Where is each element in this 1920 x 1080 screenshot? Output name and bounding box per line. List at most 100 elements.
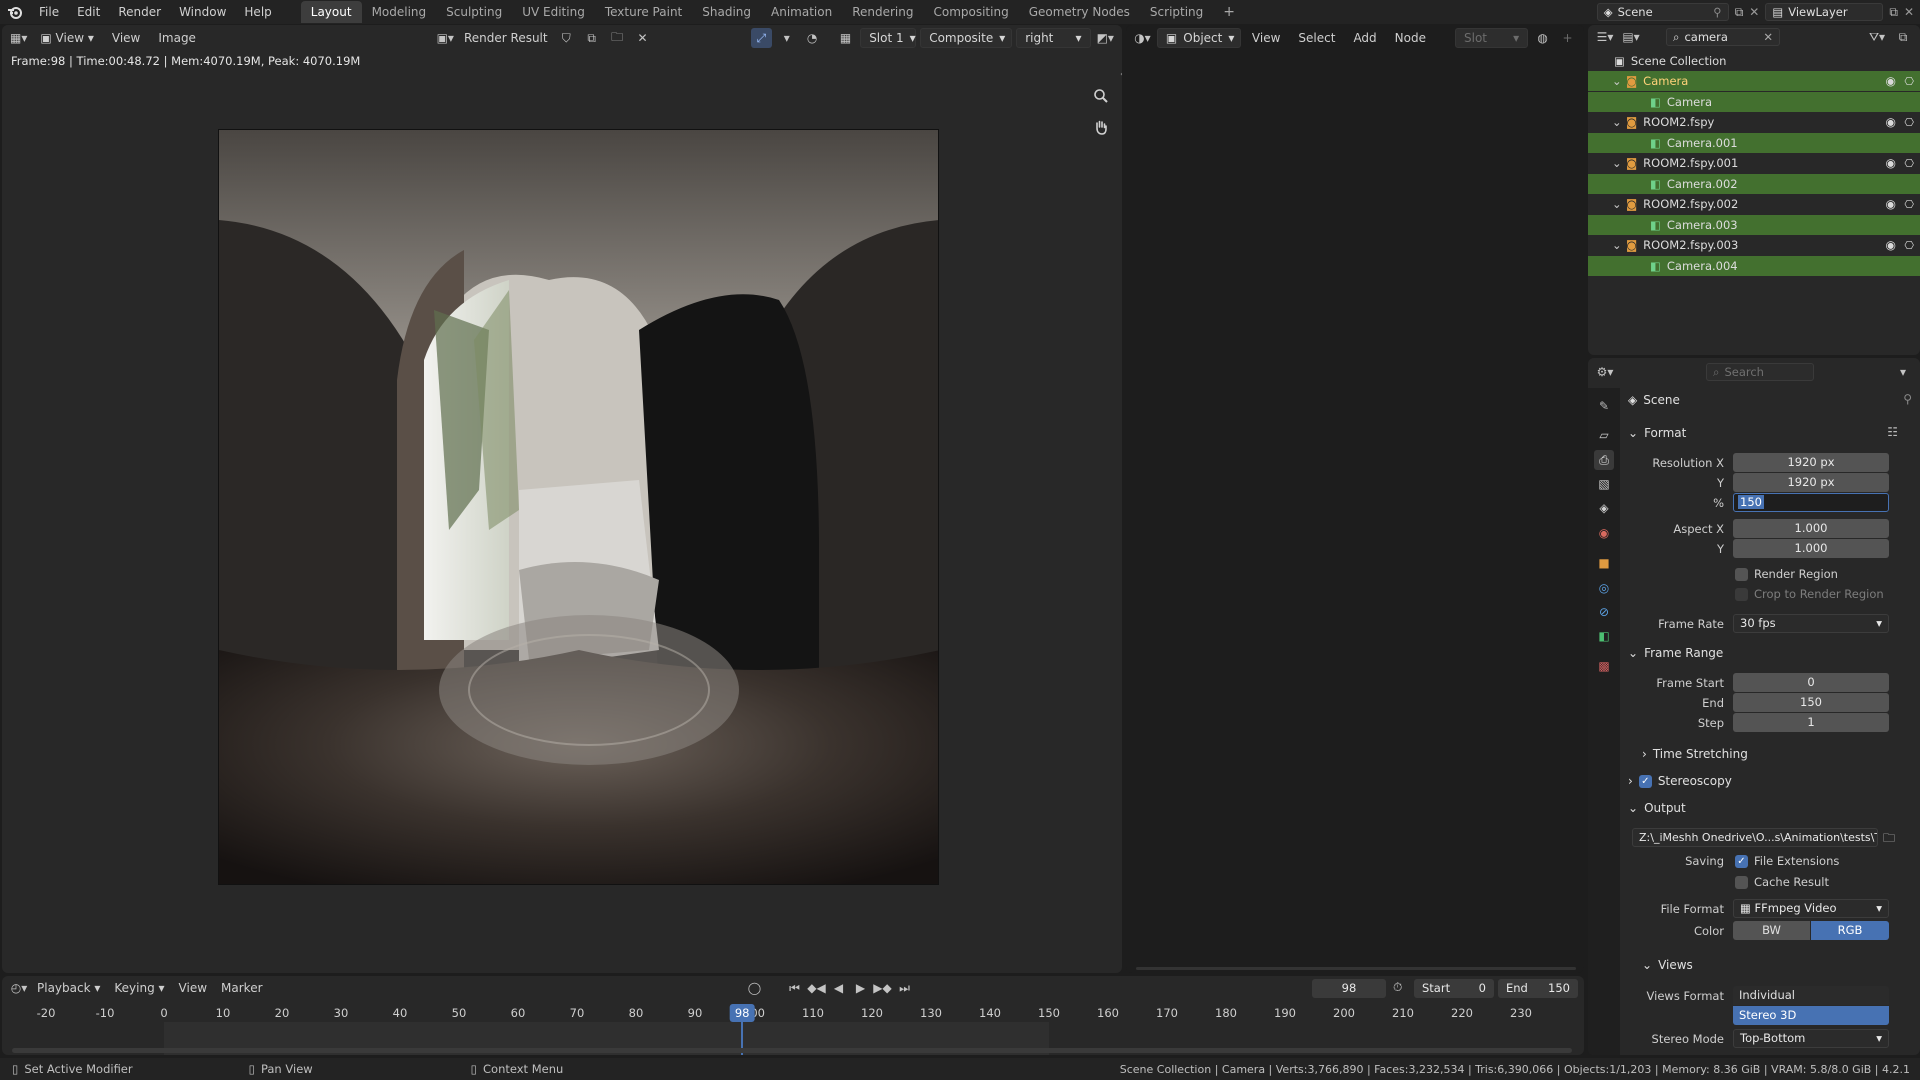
display-mode-icon[interactable]: ▤▾ [1620, 27, 1642, 47]
texture-tab-icon[interactable]: ▩ [1594, 656, 1614, 676]
view-mode-dropdown[interactable]: ▣ View ▾ [33, 28, 100, 48]
file-extensions-checkbox[interactable]: ✓ [1735, 855, 1748, 868]
view-layer-selector[interactable]: ▤ ViewLayer [1765, 3, 1884, 21]
color-rgb-toggle[interactable]: RGB [1811, 921, 1889, 940]
outliner-camera-data-row[interactable]: ◧ Camera.004 [1588, 255, 1920, 276]
tool-tab-icon[interactable]: ✎ [1594, 396, 1614, 416]
auto-keying-record-icon[interactable]: ◯ [744, 978, 766, 998]
stereo-view-dropdown[interactable]: right ▾ [1016, 28, 1091, 48]
new-view-layer-icon[interactable]: ⧉ [1889, 5, 1898, 20]
render-camera-icon[interactable]: ⎔ [1904, 75, 1914, 88]
pin-icon[interactable]: ⚲ [1903, 392, 1912, 406]
visibility-eye-icon[interactable]: ◉ [1886, 74, 1896, 88]
new-material-plus-icon[interactable]: + [1557, 28, 1578, 48]
menu-help[interactable]: Help [235, 0, 280, 24]
new-scene-icon[interactable]: ⧉ [1735, 5, 1744, 20]
properties-editor-type-icon[interactable]: ⚙▾ [1594, 362, 1616, 382]
aspect-y-field[interactable]: 1.000 [1733, 539, 1889, 558]
outliner-camera-data-row[interactable]: ◧ Camera [1588, 91, 1920, 112]
tab-geometry-nodes[interactable]: Geometry Nodes [1019, 1, 1140, 23]
fake-user-shield-icon[interactable]: ⛉ [556, 28, 577, 48]
outliner-search-input[interactable]: ⌕ camera ✕ [1666, 28, 1780, 46]
outliner-camera-data-row[interactable]: ◧ Camera.002 [1588, 173, 1920, 194]
scene-tab-icon[interactable]: ◈ [1594, 498, 1614, 518]
tab-compositing[interactable]: Compositing [923, 1, 1018, 23]
playhead-current-frame[interactable]: 98 [729, 1004, 755, 1022]
constraints-tab-icon[interactable]: ⊘ [1594, 602, 1614, 622]
menu-render[interactable]: Render [109, 0, 170, 24]
resolution-y-field[interactable]: 1920 px [1733, 473, 1889, 492]
jump-to-keyframe-forward-icon[interactable]: ▶◆ [872, 978, 894, 998]
timeline-menu-keying[interactable]: Keying ▾ [107, 978, 171, 998]
node-menu-add[interactable]: Add [1346, 28, 1383, 48]
file-format-dropdown[interactable]: ▦ FFmpeg Video ▾ [1733, 899, 1889, 918]
visibility-eye-icon[interactable]: ◉ [1886, 115, 1896, 129]
overlays-icon[interactable]: ◔ [801, 28, 822, 48]
menu-image[interactable]: Image [151, 28, 203, 48]
timeline-menu-marker[interactable]: Marker [214, 978, 269, 998]
tab-sculpting[interactable]: Sculpting [436, 1, 512, 23]
current-frame-field[interactable]: 98 [1312, 979, 1386, 998]
outliner-object-row[interactable]: ⌄ ◙ ROOM2.fspy.003 ◉ ⎔ [1588, 235, 1920, 255]
clear-search-close-icon[interactable]: ✕ [1763, 29, 1773, 45]
timeline-ruler[interactable]: -20-100102030405060708090100110120130140… [2, 1000, 1584, 1055]
play-icon[interactable]: ▶ [850, 978, 872, 998]
layer-dropdown[interactable]: Composite ▾ [920, 28, 1013, 48]
zoom-icon[interactable] [1090, 85, 1112, 107]
node-editor-scrollbar[interactable] [1136, 967, 1576, 970]
material-sphere-icon[interactable]: ◍ [1532, 28, 1553, 48]
menu-view[interactable]: View [105, 28, 147, 48]
object-tab-icon[interactable]: ■ [1594, 553, 1614, 573]
visibility-eye-icon[interactable]: ◉ [1886, 156, 1896, 170]
scene-selector[interactable]: ◈ Scene ⚲ [1596, 3, 1729, 21]
tab-animation[interactable]: Animation [761, 1, 842, 23]
views-subpanel-header[interactable]: ⌄ Views [1642, 955, 1693, 975]
resolution-x-field[interactable]: 1920 px [1733, 453, 1889, 472]
sample-tool-icon[interactable]: ⤢ [750, 28, 773, 48]
stereo-mode-dropdown[interactable]: Top-Bottom ▾ [1733, 1029, 1889, 1048]
material-slot-dropdown[interactable]: Slot ▾ [1455, 28, 1529, 48]
outliner-object-row[interactable]: ⌄ ◙ ROOM2.fspy.001 ◉ ⎔ [1588, 153, 1920, 173]
outliner-camera-data-row[interactable]: ◧ Camera.003 [1588, 214, 1920, 235]
outliner-object-row[interactable]: ⌄ ◙ ROOM2.fspy ◉ ⎔ [1588, 112, 1920, 132]
jump-to-keyframe-back-icon[interactable]: ◆◀ [806, 978, 828, 998]
blender-logo-icon[interactable] [0, 0, 30, 24]
editor-type-icon[interactable]: ▦▾ [8, 28, 29, 48]
node-menu-select[interactable]: Select [1291, 28, 1342, 48]
tab-scripting[interactable]: Scripting [1140, 1, 1213, 23]
presets-list-icon[interactable]: ☷ [1887, 425, 1898, 439]
visibility-eye-icon[interactable]: ◉ [1886, 238, 1896, 252]
outliner-scene-collection[interactable]: ▣ Scene Collection [1588, 51, 1920, 71]
frame-start-field[interactable]: 0 [1733, 673, 1889, 692]
outliner-object-row[interactable]: ⌄ ◙ ROOM2.fspy.002 ◉ ⎔ [1588, 194, 1920, 214]
render-camera-icon[interactable]: ⎔ [1904, 198, 1914, 211]
render-camera-icon[interactable]: ⎔ [1904, 239, 1914, 252]
visibility-eye-icon[interactable]: ◉ [1886, 197, 1896, 211]
time-stretching-subpanel[interactable]: › Time Stretching [1642, 744, 1748, 764]
jump-to-end-icon[interactable]: ⏭ [894, 978, 916, 998]
chevron-down-icon[interactable]: ⌄ [1612, 115, 1626, 129]
menu-file[interactable]: File [30, 0, 68, 24]
chevron-down-icon[interactable]: ⌄ [1612, 197, 1626, 211]
frame-range-panel-header[interactable]: ⌄ Frame Range [1628, 643, 1723, 663]
image-browse-icon[interactable]: ▣▾ [435, 28, 456, 48]
timeline-menu-playback[interactable]: Playback ▾ [30, 978, 107, 998]
node-menu-node[interactable]: Node [1388, 28, 1433, 48]
render-camera-icon[interactable]: ⎔ [1904, 116, 1914, 129]
chevron-down-icon[interactable]: ⌄ [1612, 74, 1626, 88]
tab-layout[interactable]: Layout [300, 1, 362, 23]
frame-rate-dropdown[interactable]: 30 fps ▾ [1733, 614, 1889, 633]
render-tab-icon[interactable]: ▱ [1594, 425, 1614, 445]
output-panel-header[interactable]: ⌄ Output [1628, 798, 1686, 818]
browse-folder-icon[interactable]: 🗀 [1883, 829, 1895, 850]
unlink-image-close-icon[interactable]: ✕ [632, 28, 653, 48]
render-slot-icon[interactable]: ▦ [835, 28, 856, 48]
chevron-down-icon[interactable]: ⌄ [1612, 156, 1626, 170]
new-collection-icon[interactable]: ⧉ [1892, 27, 1914, 47]
format-panel-header[interactable]: ⌄ Format [1628, 423, 1686, 443]
play-reverse-icon[interactable]: ◀ [828, 978, 850, 998]
delete-view-layer-icon[interactable]: ✕ [1904, 5, 1914, 19]
timeline-end-field[interactable]: End 150 [1498, 979, 1578, 998]
sample-dropdown-chevron-icon[interactable]: ▾ [776, 28, 797, 48]
aspect-x-field[interactable]: 1.000 [1733, 519, 1889, 538]
